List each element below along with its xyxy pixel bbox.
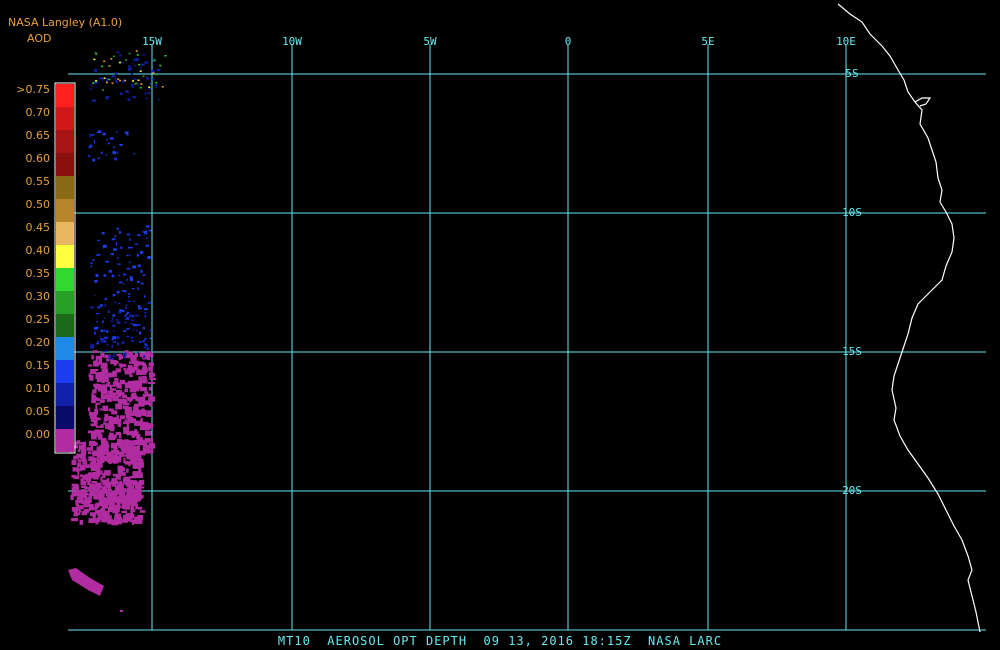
latitude-label: 5S [845, 67, 858, 80]
legend-label: 0.20 [25, 336, 51, 349]
legend-swatch [56, 406, 74, 429]
legend-label: 0.05 [25, 405, 51, 418]
legend-swatch [56, 130, 74, 153]
legend-label: 0.35 [25, 267, 51, 280]
legend-swatch [56, 383, 74, 406]
legend-label: 0.65 [25, 129, 51, 142]
legend-label: 0.30 [25, 290, 51, 303]
longitude-label: 10W [282, 35, 302, 48]
latitude-label: 20S [842, 484, 862, 497]
product-title: AOD [27, 32, 52, 45]
legend-swatch [56, 107, 74, 130]
map-canvas: 15W 10W 5W 0 5E 10E 5S 10S 15S 20S [54, 3, 986, 633]
footer-caption: MT10 AEROSOL OPT DEPTH 09 13, 2016 18:15… [277, 634, 723, 648]
legend-label: 0.55 [25, 175, 51, 188]
longitude-label: 10E [836, 35, 856, 48]
legend-swatch [56, 176, 74, 199]
legend-label: 0.00 [25, 428, 51, 441]
latitude-label: 10S [842, 206, 862, 219]
legend-label: 0.45 [25, 221, 51, 234]
lat-lon-grid: 15W 10W 5W 0 5E 10E 5S 10S 15S 20S [68, 35, 986, 631]
longitude-label: 0 [565, 35, 572, 48]
legend-swatch [56, 314, 74, 337]
legend-swatch [56, 291, 74, 314]
source-title: NASA Langley (A1.0) [8, 16, 123, 29]
longitude-label: 15W [142, 35, 162, 48]
longitude-label: 5E [701, 35, 714, 48]
latitude-label: 15S [842, 345, 862, 358]
legend-swatch [56, 222, 74, 245]
legend-label: 0.40 [25, 244, 51, 257]
legend-label: 0.50 [25, 198, 51, 211]
legend-swatch [56, 337, 74, 360]
longitude-label: 5W [423, 35, 437, 48]
legend-swatch [56, 268, 74, 291]
legend-label: 0.25 [25, 313, 51, 326]
legend-label: 0.60 [25, 152, 51, 165]
legend-label: 0.10 [25, 382, 51, 395]
legend-label: 0.15 [25, 359, 51, 372]
legend-label: >0.75 [16, 83, 50, 96]
legend-swatch [56, 245, 74, 268]
legend-swatch [56, 153, 74, 176]
legend-swatch [56, 429, 74, 452]
legend-label: 0.70 [25, 106, 51, 119]
coastline [837, 3, 981, 633]
legend-swatch [56, 84, 74, 107]
legend-swatch [56, 360, 74, 383]
legend-swatch [56, 199, 74, 222]
